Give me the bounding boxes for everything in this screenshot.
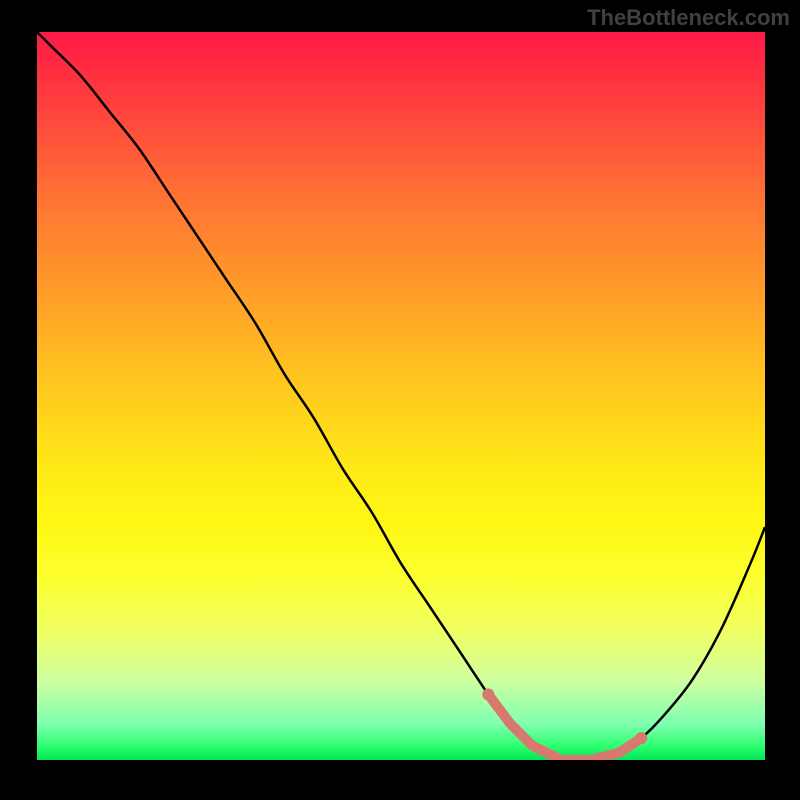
watermark-label: TheBottleneck.com — [587, 5, 790, 31]
highlight-end-dot — [635, 732, 647, 744]
chart-svg — [37, 32, 765, 760]
highlight-segment — [488, 694, 641, 760]
highlight-start-dot — [482, 688, 494, 700]
bottleneck-curve — [37, 32, 765, 760]
chart-container: TheBottleneck.com — [0, 0, 800, 800]
plot-area — [37, 32, 765, 760]
